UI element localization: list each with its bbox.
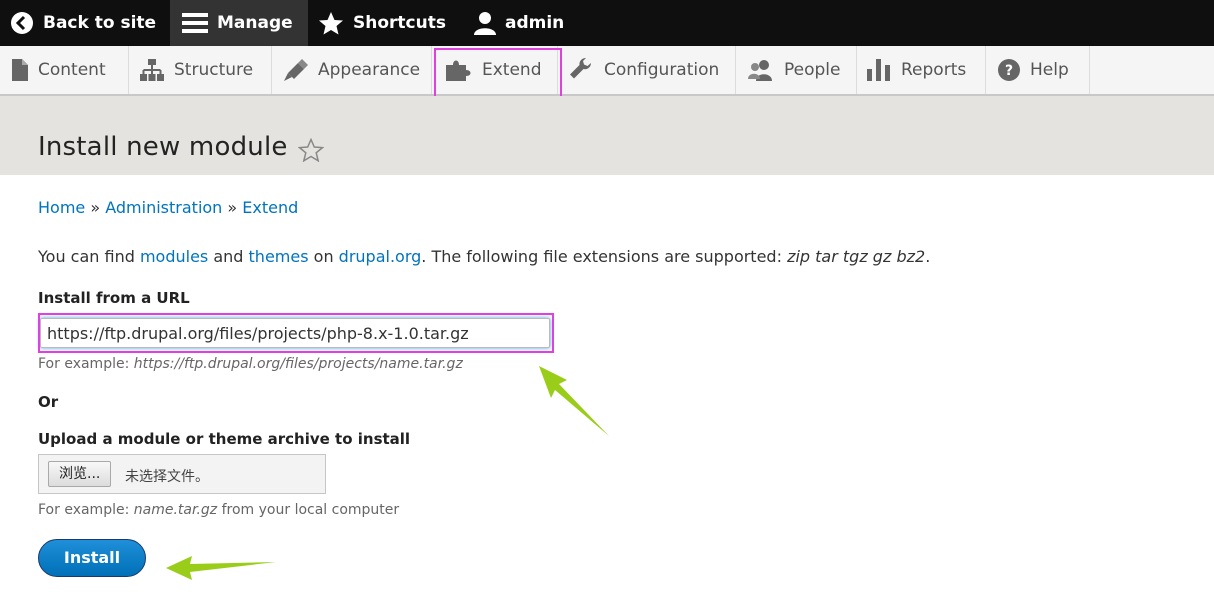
intro-suffix: . The following file extensions are supp… (421, 247, 788, 266)
user-tab[interactable]: admin (474, 0, 564, 46)
back-to-site-label: Back to site (43, 13, 157, 33)
no-file-selected-text: 未选择文件。 (125, 469, 209, 485)
tray-item-structure[interactable]: Structure (129, 46, 272, 94)
install-pointer-arrow-icon (166, 556, 276, 580)
breadcrumb-separator: » (227, 198, 238, 217)
admin-toolbar: Back to site Manage Shortcuts admin (0, 0, 1214, 46)
shortcut-star-icon[interactable] (298, 138, 324, 162)
upload-help-example: name.tar.gz (133, 502, 218, 518)
svg-text:?: ? (1005, 63, 1013, 79)
people-icon (748, 60, 772, 81)
bar-chart-icon (867, 59, 890, 81)
admin-tray: Content Structure Appearance Extend Conf… (0, 46, 1214, 96)
star-icon (319, 12, 343, 35)
intro-end: . (925, 247, 931, 266)
modules-link[interactable]: modules (140, 247, 208, 266)
install-button[interactable]: Install (38, 539, 146, 577)
tray-item-configuration[interactable]: Configuration (558, 46, 736, 94)
browse-button[interactable]: 浏览... (48, 461, 112, 487)
user-label: admin (505, 13, 565, 33)
breadcrumb-administration[interactable]: Administration (105, 198, 222, 217)
tray-item-label: Configuration (604, 60, 720, 80)
themes-link[interactable]: themes (249, 247, 309, 266)
breadcrumb-home[interactable]: Home (38, 198, 85, 217)
back-arrow-icon (11, 12, 33, 34)
url-help-prefix: For example: (38, 356, 134, 372)
tray-item-help[interactable]: ? Help (986, 46, 1090, 94)
tray-item-label: Reports (901, 60, 967, 80)
url-help-text: For example: https://ftp.drupal.org/file… (38, 356, 463, 372)
paintbrush-icon (284, 59, 308, 81)
breadcrumb: Home » Administration » Extend (38, 198, 298, 217)
shortcuts-label: Shortcuts (353, 13, 446, 33)
extensions-list: zip tar tgz gz bz2 (787, 247, 926, 266)
upload-help-suffix: from your local computer (217, 502, 400, 518)
breadcrumb-extend[interactable]: Extend (242, 198, 298, 217)
sitemap-icon (140, 59, 164, 81)
manage-tab[interactable]: Manage (170, 0, 308, 46)
upload-help-text: For example: name.tar.gz from your local… (38, 502, 399, 518)
tray-item-label: Structure (174, 60, 254, 80)
tray-item-people[interactable]: People (736, 46, 857, 94)
tray-item-label: People (784, 60, 841, 80)
upload-field-label: Upload a module or theme archive to inst… (38, 430, 411, 448)
or-label: Or (38, 393, 59, 411)
tray-item-label: Help (1030, 60, 1069, 80)
back-to-site-link[interactable]: Back to site (10, 0, 156, 46)
wrench-icon (570, 58, 591, 79)
drupal-org-link[interactable]: drupal.org (339, 247, 422, 266)
url-highlight-box (38, 313, 554, 353)
shortcuts-tab[interactable]: Shortcuts (318, 0, 446, 46)
page-icon (12, 59, 28, 81)
breadcrumb-separator: » (90, 198, 101, 217)
intro-on: on (308, 247, 339, 266)
manage-label: Manage (217, 13, 293, 33)
upload-help-prefix: For example: (38, 502, 134, 518)
menu-icon (182, 13, 208, 33)
tray-item-content[interactable]: Content (0, 46, 129, 94)
tray-item-label: Content (38, 60, 106, 80)
url-pointer-arrow-icon (539, 366, 609, 436)
help-icon: ? (998, 59, 1020, 81)
intro-prefix: You can find (38, 247, 140, 266)
extend-highlight-box (434, 48, 562, 100)
url-field-label: Install from a URL (38, 289, 190, 307)
tray-item-appearance[interactable]: Appearance (272, 46, 432, 94)
url-help-example: https://ftp.drupal.org/files/projects/na… (133, 356, 463, 372)
tray-item-label: Appearance (318, 60, 421, 80)
tray-item-reports[interactable]: Reports (857, 46, 986, 94)
intro-and: and (208, 247, 249, 266)
page-title: Install new module (38, 132, 288, 162)
intro-text: You can find modules and themes on drupa… (38, 247, 930, 266)
file-upload-field[interactable]: 浏览... 未选择文件。 (38, 454, 326, 494)
user-icon (474, 12, 496, 35)
